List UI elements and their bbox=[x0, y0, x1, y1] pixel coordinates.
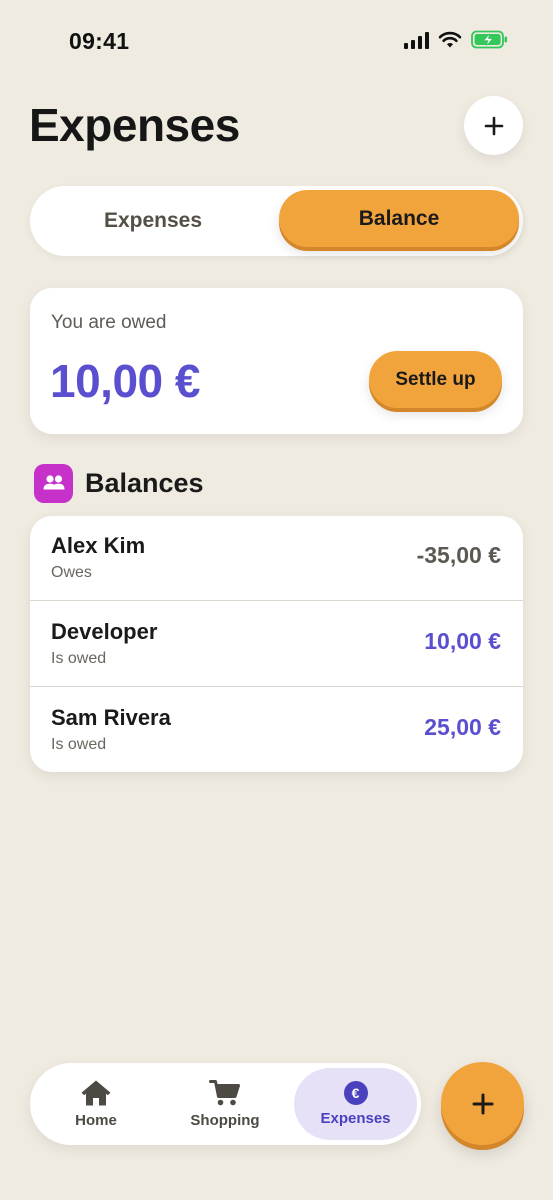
page-title: Expenses bbox=[29, 99, 240, 151]
balance-name: Developer bbox=[51, 619, 158, 644]
wifi-icon bbox=[438, 31, 462, 47]
nav-label: Shopping bbox=[190, 1112, 260, 1129]
owed-amount: 10,00 € bbox=[50, 355, 200, 407]
balance-row[interactable]: Developer Is owed 10,00 € bbox=[30, 602, 523, 687]
nav-item-expenses[interactable]: € Expenses bbox=[294, 1068, 417, 1140]
balances-title: Balances bbox=[85, 467, 204, 498]
fab-add-button[interactable] bbox=[441, 1062, 524, 1145]
settle-up-button[interactable]: Settle up bbox=[369, 351, 502, 408]
home-icon bbox=[81, 1080, 111, 1106]
status-icons bbox=[404, 30, 509, 49]
divider bbox=[30, 686, 523, 687]
view-segmented-control: Expenses Balance bbox=[30, 186, 523, 256]
balance-name: Alex Kim bbox=[51, 533, 146, 558]
balance-amount: -35,00 € bbox=[416, 542, 501, 568]
status-bar: 09:41 bbox=[0, 0, 553, 84]
owed-summary-card: You are owed 10,00 € Settle up bbox=[30, 288, 523, 434]
add-button[interactable] bbox=[464, 96, 523, 155]
balance-row[interactable]: Alex Kim Owes -35,00 € bbox=[30, 516, 523, 601]
divider bbox=[30, 600, 523, 601]
bottom-nav: Home Shopping € Expenses bbox=[30, 1063, 421, 1145]
owed-label: You are owed bbox=[51, 312, 167, 333]
nav-label: Expenses bbox=[320, 1110, 391, 1127]
euro-icon: € bbox=[343, 1081, 368, 1105]
balance-name: Sam Rivera bbox=[51, 705, 171, 730]
signal-icon bbox=[404, 31, 429, 49]
battery-charging-icon bbox=[471, 30, 508, 49]
balance-row[interactable]: Sam Rivera Is owed 25,00 € bbox=[30, 688, 523, 772]
balances-list: Alex Kim Owes -35,00 € Developer Is owed… bbox=[30, 516, 523, 772]
nav-item-home[interactable]: Home bbox=[32, 1068, 160, 1140]
plus-icon bbox=[472, 1093, 493, 1114]
balance-status: Is owed bbox=[51, 736, 107, 753]
people-icon bbox=[34, 463, 73, 503]
balance-status: Owes bbox=[51, 564, 92, 581]
tab-expenses[interactable]: Expenses bbox=[30, 186, 276, 256]
balance-amount: 10,00 € bbox=[424, 628, 501, 654]
status-time: 09:41 bbox=[69, 28, 130, 54]
tab-balance[interactable]: Balance bbox=[279, 190, 519, 247]
plus-icon bbox=[484, 116, 503, 135]
cart-icon bbox=[209, 1080, 240, 1106]
nav-label: Home bbox=[75, 1112, 117, 1129]
balances-header: Balances bbox=[34, 463, 204, 503]
nav-item-shopping[interactable]: Shopping bbox=[161, 1068, 289, 1140]
balance-status: Is owed bbox=[51, 650, 107, 667]
balance-amount: 25,00 € bbox=[424, 714, 501, 740]
